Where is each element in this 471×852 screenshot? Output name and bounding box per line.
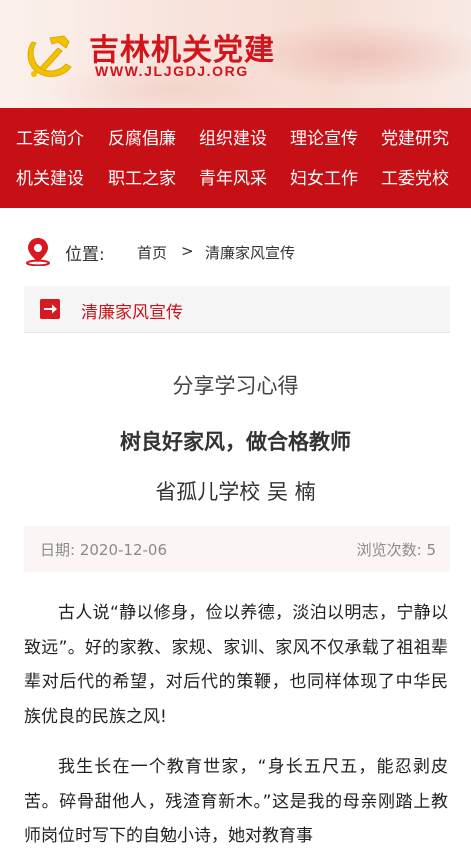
article-views: 浏览次数: 5 [357,539,436,560]
breadcrumb-current-link[interactable]: 清廉家风宣传 [205,242,295,263]
site-url[interactable]: WWW.JLJGDJ.ORG [95,63,249,79]
article-meta: 日期: 2020-12-06 浏览次数: 5 [24,526,450,572]
nav-item-women[interactable]: 妇女工作 [290,163,358,195]
nav-item-staff-home[interactable]: 职工之家 [108,163,176,195]
nav-row: 工委简介 反腐倡廉 组织建设 理论宣传 党建研究 [0,123,471,155]
breadcrumb-separator: > [181,242,194,260]
article-author: 省孤儿学校 吴 楠 [155,480,316,504]
article-body: 古人说“静以修身，俭以养德，淡泊以明志，宁静以致远”。好的家教、家规、家训、家风… [24,596,448,852]
article-title: 树良好家风，做合格教师 [120,430,351,454]
article-date: 日期: 2020-12-06 [40,539,167,560]
section-header: 清廉家风宣传 [24,286,450,333]
date-value: 2020-12-06 [79,541,168,559]
arrow-right-icon [40,299,60,319]
breadcrumb: 位置: 首页 > 清廉家风宣传 [0,232,471,268]
nav-item-anti-corruption[interactable]: 反腐倡廉 [108,123,176,155]
main-nav: 工委简介 反腐倡廉 组织建设 理论宣传 党建研究 机关建设 职工之家 青年风采 … [0,108,471,208]
nav-item-research[interactable]: 党建研究 [381,123,449,155]
nav-row: 机关建设 职工之家 青年风采 妇女工作 工委党校 [0,163,471,195]
breadcrumb-label: 位置: [65,245,105,265]
article-paragraph: 古人说“静以修身，俭以养德，淡泊以明志，宁静以致远”。好的家教、家规、家训、家风… [24,603,448,727]
article-kicker: 分享学习心得 [172,374,299,398]
nav-item-organization[interactable]: 组织建设 [199,123,267,155]
date-label: 日期: [40,541,80,559]
views-value: 5 [426,541,436,559]
breadcrumb-home-link[interactable]: 首页 [137,242,167,263]
article-paragraph: 我生长在一个教育世家，“身长五尺五，能忍剥皮苦。碎骨甜他人，残渣育新木。”这是我… [24,757,448,846]
party-emblem-icon[interactable] [22,28,76,82]
nav-item-committee-intro[interactable]: 工委简介 [16,123,84,155]
nav-item-theory[interactable]: 理论宣传 [290,123,358,155]
nav-item-agency-building[interactable]: 机关建设 [16,163,84,195]
views-label: 浏览次数: [356,541,427,559]
location-pin-icon [26,238,50,266]
section-title[interactable]: 清廉家风宣传 [81,298,183,323]
nav-item-youth[interactable]: 青年风采 [199,163,267,195]
nav-item-party-school[interactable]: 工委党校 [381,163,449,195]
site-header: 吉林机关党建 WWW.JLJGDJ.ORG [0,0,471,108]
